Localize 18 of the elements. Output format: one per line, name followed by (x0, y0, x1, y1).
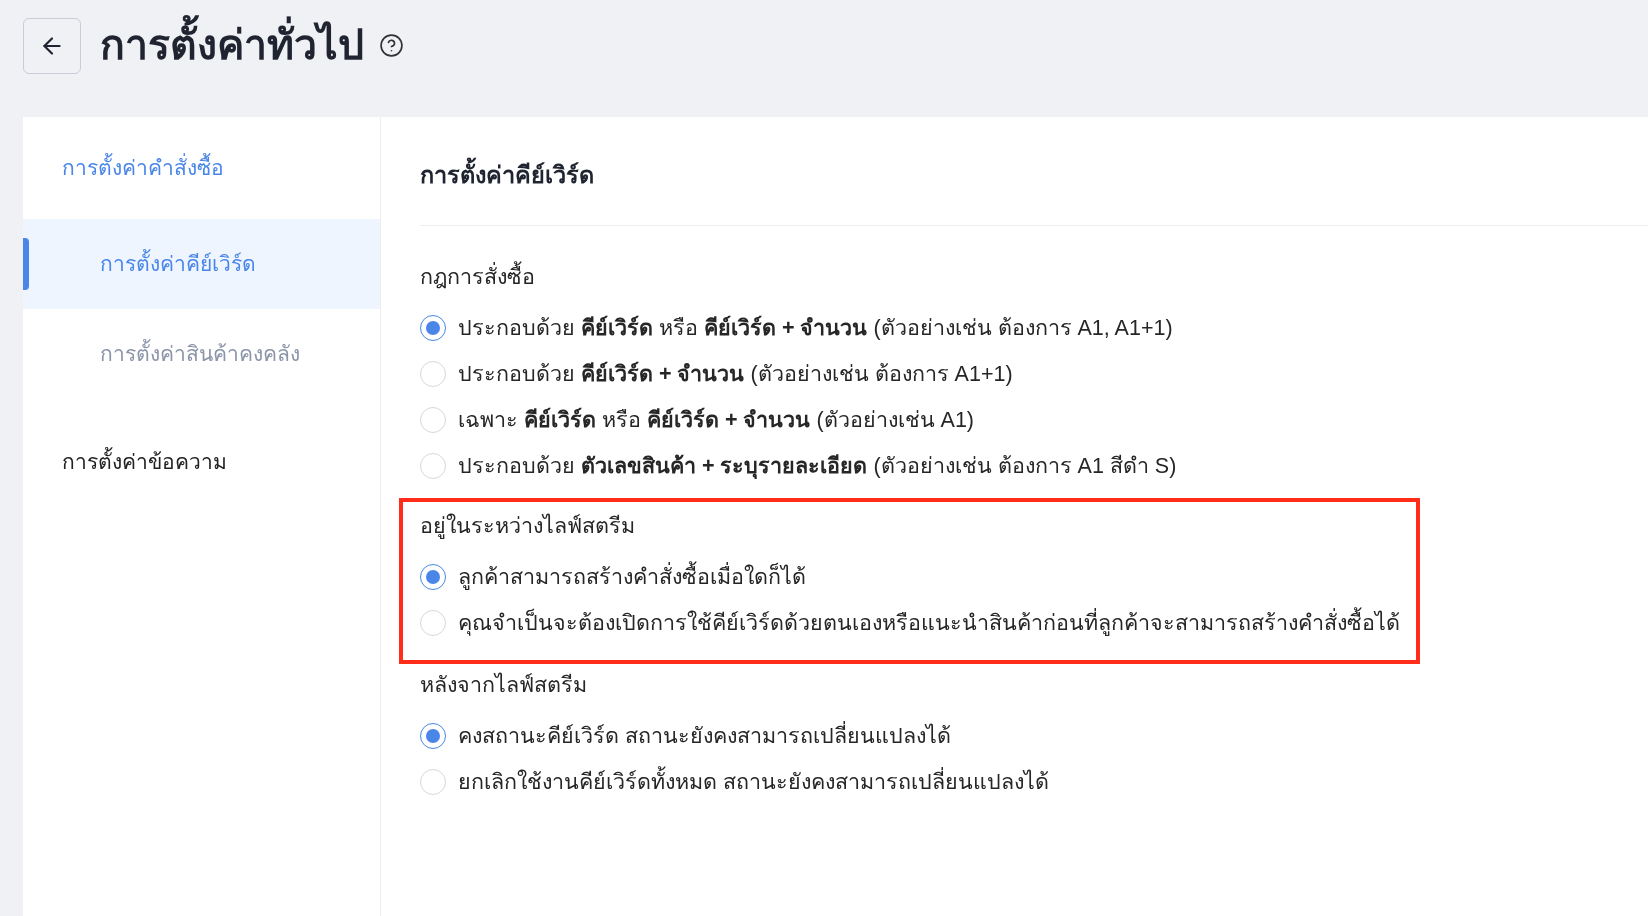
radio-label[interactable]: คุณจำเป็นจะต้องเปิดการใช้คีย์เวิร์ดด้วยตนเองหรือแนะนำสินค้าก่อนที่ลูกค้าจะสามารถสร้างคำสั่งซื้อได้ (458, 606, 1400, 640)
radio-button[interactable] (420, 315, 446, 341)
section-title: การตั้งค่าคีย์เวิร์ด (420, 158, 594, 194)
radio-label[interactable]: ยกเลิกใช้งานคีย์เวิร์ดทั้งหมด สถานะยังคงสามารถเปลี่ยนแปลงได้ (458, 765, 1049, 799)
radio-label[interactable]: ประกอบด้วย ตัวเลขสินค้า + ระบุรายละเอียด (ตัวอย่างเช่น ต้องการ A1 สีดำ S) (458, 449, 1177, 483)
radio-button[interactable] (420, 723, 446, 749)
section-label: หลังจากไลฟ์สตรีม (420, 671, 587, 699)
section-label: กฎการสั่งซื้อ (420, 260, 535, 294)
active-indicator (23, 238, 29, 290)
section-label: อยู่ในระหว่างไลฟ์สตรีม (420, 512, 635, 541)
radio-label[interactable]: ลูกค้าสามารถสร้างคำสั่งซื้อเมื่อใดก็ได้ (458, 560, 806, 594)
radio-button[interactable] (420, 564, 446, 590)
radio-label[interactable]: ประกอบด้วย คีย์เวิร์ด หรือ คีย์เวิร์ด + จำนวน (ตัวอย่างเช่น ต้องการ A1, A1+1) (458, 311, 1173, 345)
radio-label[interactable]: คงสถานะคีย์เวิร์ด สถานะยังคงสามารถเปลี่ยนแปลงได้ (458, 719, 951, 753)
help-icon[interactable] (379, 33, 404, 58)
back-button[interactable] (23, 18, 81, 74)
radio-label[interactable]: ประกอบด้วย คีย์เวิร์ด + จำนวน (ตัวอย่างเช่น ต้องการ A1+1) (458, 357, 1013, 391)
radio-label[interactable]: เฉพาะ คีย์เวิร์ด หรือ คีย์เวิร์ด + จำนวน (ตัวอย่างเช่น A1) (458, 403, 975, 437)
